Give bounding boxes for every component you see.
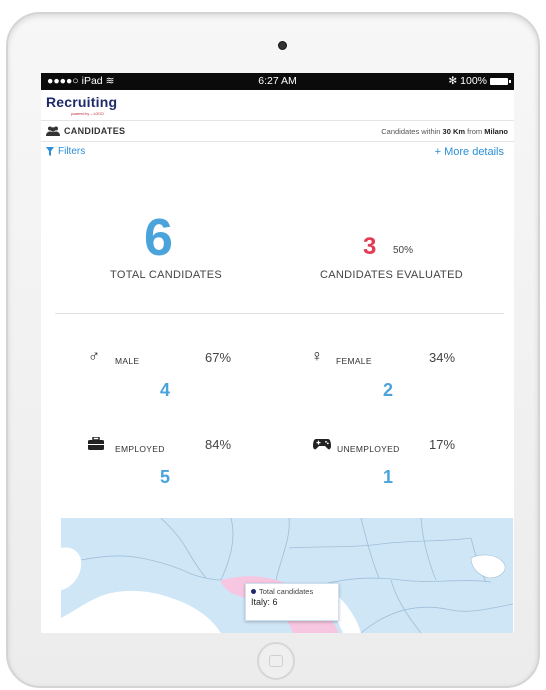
candidates-bar: CANDIDATES Candidates within 30 Km from …: [41, 121, 514, 142]
evaluated-candidates-label: CANDIDATES EVALUATED: [320, 269, 463, 281]
map-tooltip: Total candidates Italy: 6: [245, 583, 339, 621]
radius-distance: 30 Km: [442, 127, 466, 136]
home-button[interactable]: [257, 642, 295, 680]
bluetooth-icon: ✻: [448, 75, 458, 87]
employed-label: EMPLOYED: [115, 444, 165, 454]
more-details-link[interactable]: + More details: [435, 146, 504, 158]
radius-city: Milano: [484, 127, 508, 136]
filters-button[interactable]: Filters: [46, 146, 85, 157]
gamepad-icon: [313, 439, 331, 450]
more-details-label: More details: [444, 146, 504, 158]
battery-icon: [490, 77, 511, 85]
clock: 6:27 AM: [258, 75, 297, 87]
radius-mid: from: [467, 127, 483, 136]
candidates-label: CANDIDATES: [64, 126, 126, 136]
battery-percent: 100%: [460, 75, 487, 87]
candidates-radius-text: Candidates within 30 Km from Milano: [381, 127, 508, 136]
candidates-title: CANDIDATES: [46, 126, 125, 136]
status-bar: ●●●●○ iPad ≋ 6:27 AM ✻ 100%: [41, 73, 514, 90]
tooltip-value: Italy: 6: [251, 597, 278, 607]
female-label: FEMALE: [336, 356, 372, 366]
filter-icon: [46, 147, 54, 156]
app-header: Recruiting powered by ---LOGO: [41, 90, 514, 121]
filters-label: Filters: [58, 146, 86, 157]
battery-status: ✻ 100%: [448, 75, 511, 87]
unemployed-count: 1: [383, 467, 394, 487]
male-label: MALE: [115, 356, 140, 366]
tooltip-bullet-icon: [251, 589, 256, 594]
unemployed-percent: 17%: [429, 437, 456, 452]
employed-percent: 84%: [205, 437, 232, 452]
total-candidates-value: 6: [144, 209, 173, 267]
male-icon: ♂: [88, 348, 100, 365]
camera-dot: [278, 41, 287, 50]
app-logo[interactable]: Recruiting: [46, 94, 117, 110]
tooltip-series: Total candidates: [251, 587, 333, 596]
male-count: 4: [160, 380, 171, 400]
logo-subtitle: powered by ---LOGO: [71, 112, 104, 116]
female-count: 2: [383, 380, 394, 400]
plus-icon: +: [434, 146, 442, 158]
total-candidates-label: TOTAL CANDIDATES: [110, 269, 222, 281]
female-percent: 34%: [429, 350, 456, 365]
evaluated-candidates-value: 3: [363, 233, 377, 260]
radius-prefix: Candidates within: [381, 127, 441, 136]
filter-bar: Filters + More details: [41, 142, 514, 162]
users-icon: [46, 126, 60, 136]
female-icon: ♀: [311, 348, 323, 365]
divider: [55, 313, 504, 314]
app-screen: ●●●●○ iPad ≋ 6:27 AM ✻ 100% Recruiting p…: [41, 73, 514, 633]
tooltip-series-label: Total candidates: [259, 587, 314, 596]
home-square-icon: [269, 655, 283, 667]
briefcase-icon: [88, 437, 104, 450]
male-percent: 67%: [205, 350, 232, 365]
unemployed-label: UNEMPLOYED: [337, 444, 400, 454]
employed-count: 5: [160, 467, 171, 487]
evaluated-candidates-percent: 50%: [393, 245, 414, 256]
